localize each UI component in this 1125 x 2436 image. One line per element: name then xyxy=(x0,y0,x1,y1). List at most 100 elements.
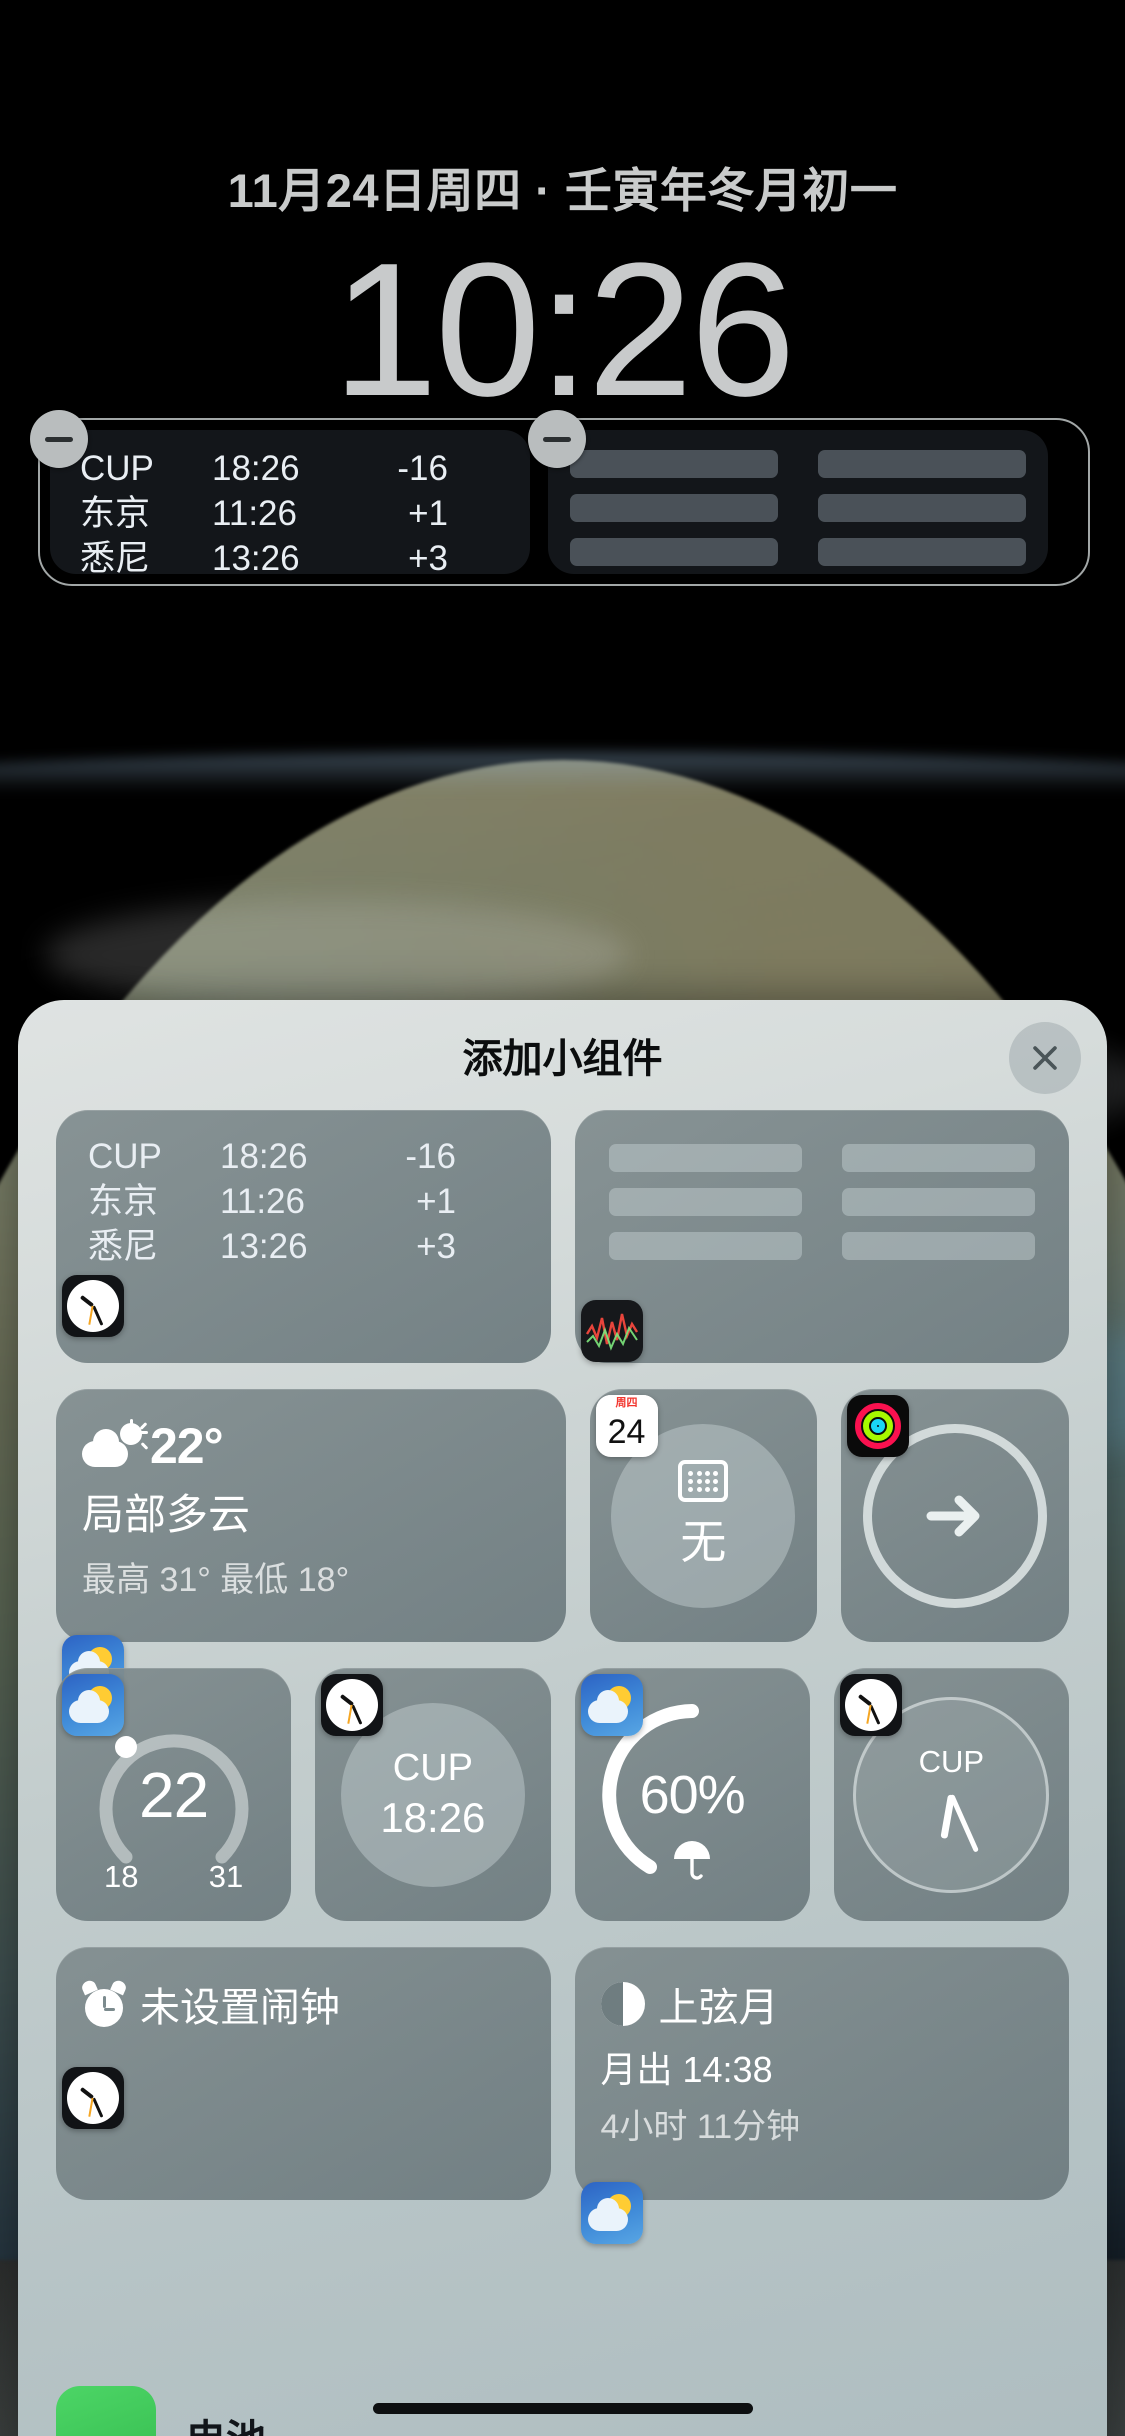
lock-widget-tray[interactable]: CUP 18:26 -16 东京 11:26 +1 悉尼 13:26 +3 xyxy=(30,410,1090,586)
umbrella-icon xyxy=(674,1841,711,1880)
moon-phase-icon xyxy=(600,1982,645,2026)
city-time: 13:26 xyxy=(220,1227,308,1267)
lock-time: 10:26 xyxy=(332,224,795,436)
minus-icon xyxy=(45,436,73,442)
city-time: 13:26 xyxy=(212,539,300,579)
clock-app-icon xyxy=(321,1674,384,1736)
weather-condition: 局部多云 xyxy=(82,1491,251,1538)
gallery-widget-cup-digital-clock[interactable]: CUP 18:26 xyxy=(315,1668,551,1921)
gallery-widget-stocks[interactable] xyxy=(574,1110,1070,1363)
city-label: 悉尼 xyxy=(88,1227,159,1267)
cup-city-label: CUP xyxy=(918,1743,985,1779)
world-clock-row: 悉尼 13:26 +3 xyxy=(88,1224,525,1269)
world-clock-row: 悉尼 13:26 +3 xyxy=(80,536,512,581)
lock-date: 11月24日周四 · 壬寅年冬月初一 xyxy=(227,164,898,217)
cloud-icon xyxy=(69,1690,109,1723)
tray-widget-world-clock[interactable]: CUP 18:26 -16 东京 11:26 +1 悉尼 13:26 +3 xyxy=(30,410,530,578)
cloud-icon xyxy=(587,1690,628,1723)
sun-ray xyxy=(140,1431,148,1434)
cup-time: 18:26 xyxy=(380,1794,486,1841)
remove-widget-button[interactable] xyxy=(30,410,88,468)
gallery-row: 22 18 31 CUP 18:26 60% CUP xyxy=(56,1668,1069,1921)
gauge-value: 22 xyxy=(139,1758,209,1831)
gauge-low: 18 xyxy=(104,1859,139,1894)
city-time: 18:26 xyxy=(220,1137,308,1176)
weather-app-icon xyxy=(580,2182,643,2244)
placeholder-bar xyxy=(841,1188,1035,1216)
world-clock-row: CUP 18:26 -16 xyxy=(88,1134,525,1179)
city-offset: -16 xyxy=(397,449,448,488)
city-label: 东京 xyxy=(80,494,151,534)
city-offset: +1 xyxy=(416,1182,456,1222)
gallery-widget-temperature-gauge[interactable]: 22 18 31 xyxy=(56,1668,292,1921)
calendar-empty-label: 无 xyxy=(680,1515,727,1568)
gallery-widget-calendar[interactable]: 无 周四 24 xyxy=(589,1389,818,1642)
placeholder-bar xyxy=(818,538,1026,566)
gallery-widget-alarm[interactable]: 未设置闹钟 xyxy=(56,1947,551,2200)
moon-content: 上弦月 月出 14:38 4小时 11分钟 xyxy=(575,1947,1070,2176)
weather-current: 22° xyxy=(82,1417,540,1475)
gallery-widget-moon[interactable]: 上弦月 月出 14:38 4小时 11分钟 xyxy=(574,1947,1070,2244)
gauge-value-wrap: 22 xyxy=(139,1758,209,1832)
minute-hand xyxy=(949,1793,979,1853)
lock-screen-header: 11月24日周四 · 壬寅年冬月初一 10:26 xyxy=(0,0,1125,425)
battery-label: 电池 xyxy=(186,2407,266,2436)
sheet-title: 添加小组件 xyxy=(462,1037,663,1081)
calendar-app-icon: 周四 24 xyxy=(595,1395,658,1457)
placeholder-bar xyxy=(841,1232,1035,1260)
battery-app-icon xyxy=(56,2386,156,2436)
sun-ray xyxy=(140,1442,149,1450)
widget-gallery: CUP 18:26 -16 东京 11:26 +1 悉尼 13:26 +3 22… xyxy=(18,1110,1107,2244)
gallery-next-row-peek[interactable]: 电池 xyxy=(56,2386,266,2436)
alarm-hand xyxy=(102,1996,106,2008)
clock-app-icon xyxy=(62,1275,124,1338)
calendar-day: 24 xyxy=(607,1413,646,1451)
cup-city-label: CUP xyxy=(392,1747,473,1789)
grid-dots xyxy=(688,1470,719,1492)
clock-app-icon xyxy=(839,1674,902,1736)
remove-widget-button[interactable] xyxy=(528,410,586,468)
stocks-app-icon xyxy=(580,1300,643,1362)
stocks-placeholder xyxy=(575,1110,1070,1294)
gallery-widget-weather[interactable]: 22° 局部多云 最高 31° 最低 18° xyxy=(56,1389,566,1697)
gallery-widget-cup-analog-clock[interactable]: CUP xyxy=(833,1668,1069,1921)
weather-app-icon xyxy=(580,1674,643,1736)
gauge-range: 18 31 xyxy=(56,1859,291,1895)
moonrise-time: 月出 14:38 xyxy=(600,2049,773,2090)
weather-content: 22° 局部多云 最高 31° 最低 18° xyxy=(56,1389,566,1629)
gallery-row: 未设置闹钟 上弦月 月出 14:38 4小时 11分钟 xyxy=(56,1947,1070,2244)
stocks-placeholder xyxy=(570,450,1026,566)
gallery-widget-fitness[interactable] xyxy=(841,1389,1069,1642)
world-clock-row: 东京 11:26 +1 xyxy=(88,1179,525,1224)
clock-app-icon xyxy=(62,2067,124,2129)
weather-high-low: 最高 31° 最低 18° xyxy=(82,1561,350,1599)
rain-value: 60% xyxy=(639,1764,746,1825)
home-indicator[interactable] xyxy=(372,2403,753,2414)
placeholder-bar xyxy=(818,450,1026,478)
placeholder-bar xyxy=(608,1144,802,1172)
cloud-icon xyxy=(82,1429,128,1467)
tray-widget-stocks[interactable] xyxy=(528,410,1048,574)
city-offset: +3 xyxy=(408,539,448,579)
placeholder-bar xyxy=(570,494,778,522)
gallery-widget-world-clock[interactable]: CUP 18:26 -16 东京 11:26 +1 悉尼 13:26 +3 xyxy=(56,1110,551,1363)
cloud-icon xyxy=(587,2198,628,2231)
city-offset: +1 xyxy=(408,494,448,534)
close-icon xyxy=(1033,1046,1057,1070)
calendar-grid-icon xyxy=(678,1459,729,1502)
moon-header: 上弦月 xyxy=(600,1975,1044,2033)
placeholder-bar xyxy=(608,1188,802,1216)
city-time: 11:26 xyxy=(212,494,297,534)
gallery-widget-rain-gauge[interactable]: 60% xyxy=(574,1668,810,1921)
add-widget-sheet: 添加小组件 CUP 18:26 -16 东京 11:26 +1 悉尼 13:26… xyxy=(18,1000,1107,2436)
placeholder-bar xyxy=(608,1232,802,1260)
placeholder-bar xyxy=(818,494,1026,522)
rain-value-wrap: 60% xyxy=(639,1764,746,1826)
city-time: 18:26 xyxy=(212,449,300,488)
moon-phase: 上弦月 xyxy=(658,1986,779,2030)
city-label: CUP xyxy=(88,1137,162,1176)
arrow-right-icon xyxy=(926,1495,980,1536)
world-clock-row: 东京 11:26 +1 xyxy=(80,491,512,536)
placeholder-bar xyxy=(570,538,778,566)
close-button[interactable] xyxy=(1009,1022,1081,1094)
